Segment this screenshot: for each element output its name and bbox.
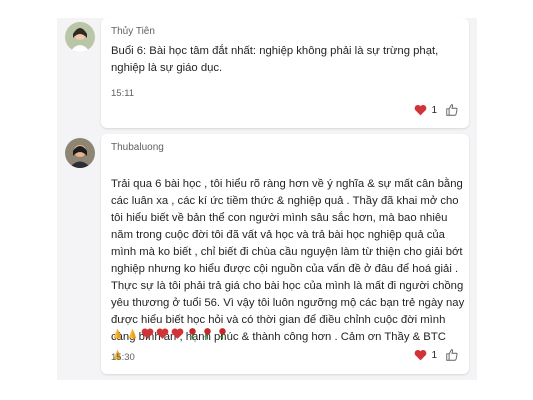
heart-icon	[415, 104, 427, 116]
message-text: Buổi 6: Bài học tâm đắt nhất: nghiệp khô…	[111, 45, 439, 74]
message-author[interactable]: Thubaluong	[111, 142, 164, 153]
reaction-bar: 1	[409, 102, 459, 118]
heart-icon	[141, 328, 154, 339]
chat-message: Thủy Tiên Buổi 6: Bài học tâm đắt nhất: …	[57, 18, 477, 128]
heart-reaction-button[interactable]: 1	[409, 347, 442, 363]
heart-icon	[171, 328, 184, 339]
chat-message: Thubaluong Trải qua 6 bài học , tôi hiểu…	[57, 134, 477, 374]
reaction-bar: 1	[409, 347, 459, 363]
rose-icon	[204, 328, 211, 340]
heart-icon	[415, 349, 427, 361]
like-icon[interactable]	[445, 348, 459, 362]
message-author[interactable]: Thủy Tiên	[111, 26, 155, 37]
praying-hands-icon	[128, 328, 137, 339]
avatar[interactable]	[65, 138, 95, 168]
heart-icon	[156, 328, 169, 339]
rose-icon	[219, 328, 226, 340]
emoji-row	[111, 327, 229, 340]
praying-hands-icon	[113, 328, 122, 339]
message-timestamp: 15:30	[111, 352, 135, 363]
reaction-count: 1	[431, 349, 437, 361]
message-bubble: Thủy Tiên Buổi 6: Bài học tâm đắt nhất: …	[101, 18, 469, 128]
heart-reaction-button[interactable]: 1	[409, 102, 442, 118]
message-timestamp: 15:11	[111, 88, 135, 99]
message-bubble: Thubaluong Trải qua 6 bài học , tôi hiểu…	[101, 134, 469, 374]
like-icon[interactable]	[445, 103, 459, 117]
avatar[interactable]	[65, 22, 95, 52]
reaction-count: 1	[431, 104, 437, 116]
message-text-body: Trải qua 6 bài học , tôi hiểu rõ ràng hơ…	[111, 178, 465, 343]
rose-icon	[189, 328, 196, 340]
chat-thread: Thủy Tiên Buổi 6: Bài học tâm đắt nhất: …	[57, 18, 477, 380]
